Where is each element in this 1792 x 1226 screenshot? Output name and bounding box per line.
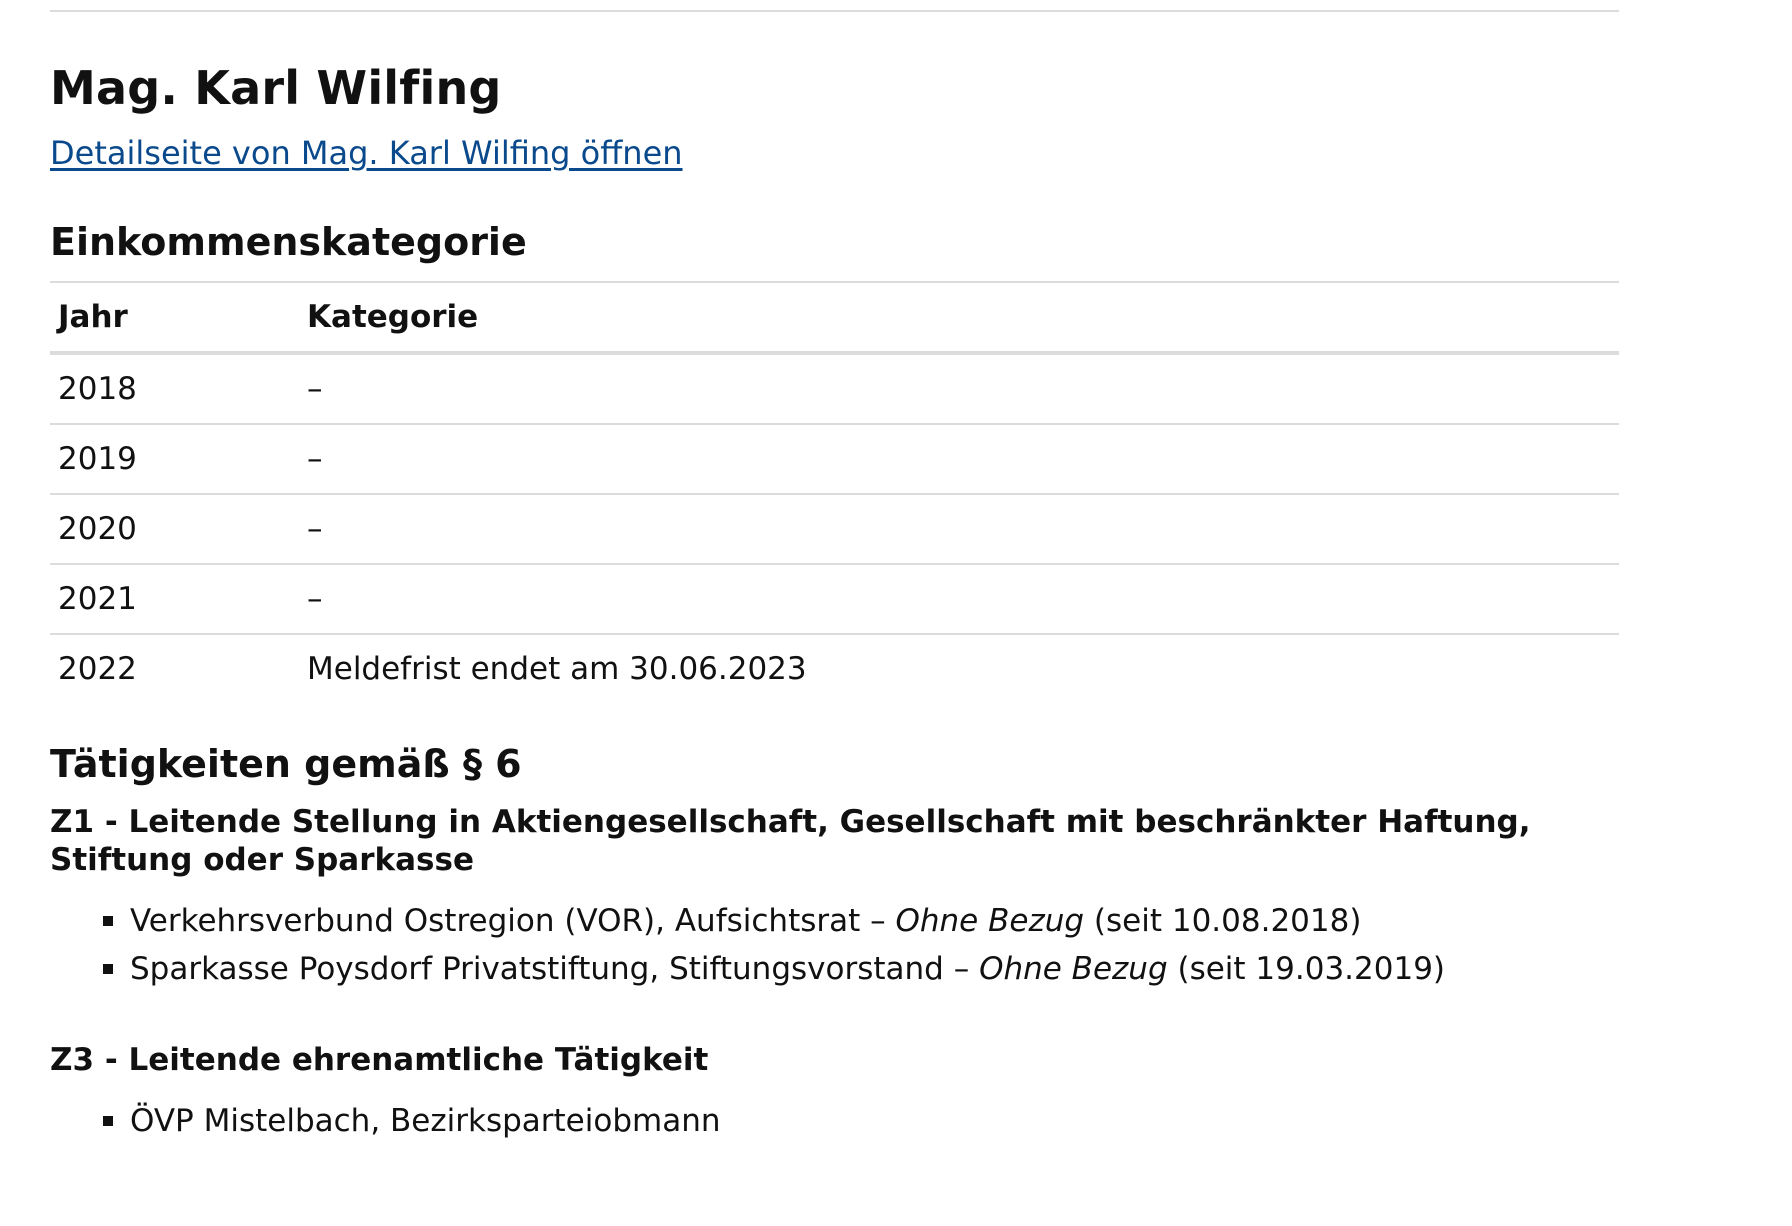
page: Mag. Karl Wilfing Detailseite von Mag. K… — [0, 0, 1792, 1226]
list-item: Sparkasse Poysdorf Privatstiftung, Stift… — [103, 945, 1619, 993]
activity-list: Verkehrsverbund Ostregion (VOR), Aufsich… — [50, 897, 1619, 993]
table-row: 2018 – — [50, 353, 1619, 425]
activities-section-title: Tätigkeiten gemäß § 6 — [50, 742, 522, 786]
activity-group-title: Z3 - Leitende ehrenamtliche Tätigkeit — [50, 1042, 709, 1078]
table-row: 2022 Meldefrist endet am 30.06.2023 — [50, 634, 1619, 703]
activity-remuneration: Ohne Bezug — [979, 951, 1168, 987]
income-table: Jahr Kategorie 2018 – 2019 – 2020 – 2021… — [50, 281, 1619, 703]
top-divider — [50, 10, 1619, 12]
activity-since: (seit 10.08.2018) — [1084, 903, 1362, 939]
activity-text: Verkehrsverbund Ostregion (VOR), Aufsich… — [130, 903, 896, 939]
category-cell: – — [299, 494, 1619, 565]
table-row: 2020 – — [50, 494, 1619, 565]
list-item: ÖVP Mistelbach, Bezirksparteiobmann — [103, 1097, 1619, 1145]
column-header-year: Jahr — [50, 281, 299, 355]
square-bullet-icon — [103, 1116, 113, 1126]
year-cell: 2018 — [50, 353, 299, 425]
category-cell: – — [299, 424, 1619, 495]
category-cell: – — [299, 564, 1619, 635]
category-cell: Meldefrist endet am 30.06.2023 — [307, 651, 807, 687]
income-section-title: Einkommenskategorie — [50, 220, 527, 264]
person-name: Mag. Karl Wilfing — [50, 61, 502, 115]
square-bullet-icon — [103, 916, 113, 926]
year-cell: 2022 — [58, 651, 137, 687]
activity-list: ÖVP Mistelbach, Bezirksparteiobmann — [50, 1097, 1619, 1145]
detail-page-link[interactable]: Detailseite von Mag. Karl Wilfing öffnen — [50, 131, 683, 175]
content: Mag. Karl Wilfing Detailseite von Mag. K… — [50, 55, 1619, 1145]
activity-text: ÖVP Mistelbach, Bezirksparteiobmann — [130, 1103, 721, 1139]
list-item: Verkehrsverbund Ostregion (VOR), Aufsich… — [103, 897, 1619, 945]
square-bullet-icon — [103, 964, 113, 974]
table-row: 2021 – — [50, 564, 1619, 635]
activity-text: Sparkasse Poysdorf Privatstiftung, Stift… — [130, 951, 980, 987]
year-cell: 2019 — [50, 424, 299, 495]
activity-group-z1: Z1 - Leitende Stellung in Aktiengesellsc… — [50, 803, 1619, 993]
column-header-category: Kategorie — [299, 281, 1619, 355]
activity-since: (seit 19.03.2019) — [1167, 951, 1446, 987]
table-header-row: Jahr Kategorie — [50, 281, 1619, 355]
activity-remuneration: Ohne Bezug — [895, 903, 1085, 939]
activity-group-title: Z1 - Leitende Stellung in Aktiengesellsc… — [50, 804, 1531, 878]
category-cell: – — [299, 353, 1619, 425]
table-row: 2019 – — [50, 424, 1619, 495]
activity-group-z3: Z3 - Leitende ehrenamtliche Tätigkeit ÖV… — [50, 1041, 1619, 1145]
year-cell: 2020 — [50, 494, 299, 565]
year-cell: 2021 — [50, 564, 299, 635]
